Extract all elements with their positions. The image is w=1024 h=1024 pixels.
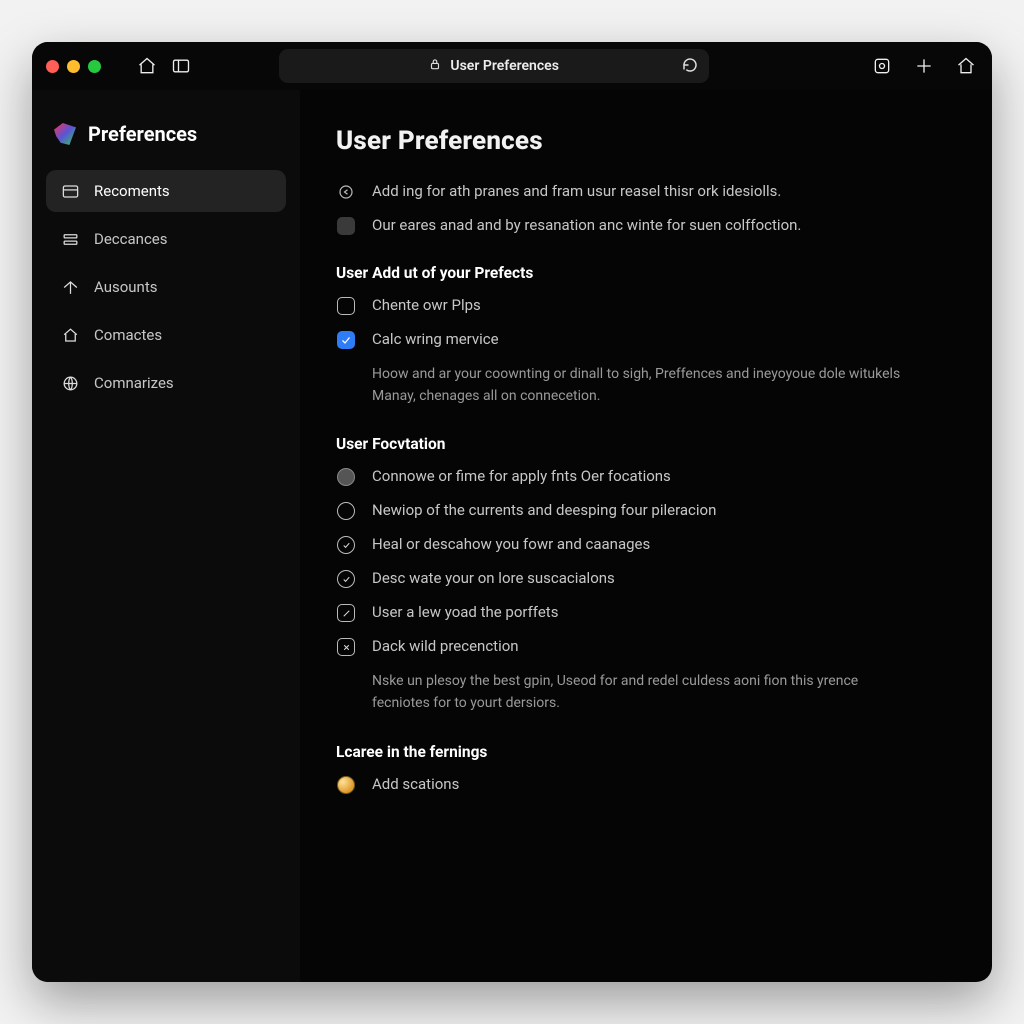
bookmark-button[interactable] <box>954 54 978 78</box>
option-label: Chente owr Plps <box>372 296 481 314</box>
option-label: Calc wring mervice <box>372 330 499 348</box>
section-title: User Add ut of your Prefects <box>336 264 950 282</box>
sidebar-item-label: Comactes <box>94 326 162 344</box>
option-heal[interactable]: Heal or descahow you fowr and caanages <box>336 535 950 555</box>
brand-title: Preferences <box>88 122 197 146</box>
sidebar-item-comactes[interactable]: Comactes <box>46 314 286 356</box>
globe-icon <box>60 373 80 393</box>
round-check-icon[interactable] <box>337 570 355 588</box>
option-add-scations[interactable]: Add scations <box>336 775 950 795</box>
option-newiop[interactable]: Newiop of the currents and deesping four… <box>336 501 950 521</box>
sidebar-item-label: Deccances <box>94 230 168 248</box>
main-content: User Preferences Add ing for ath pranes … <box>300 90 992 982</box>
option-desc-wate[interactable]: Desc wate your on lore suscacialons <box>336 569 950 589</box>
square-x-icon[interactable] <box>337 638 355 656</box>
sidebar-item-comnarizes[interactable]: Comnarizes <box>46 362 286 404</box>
app-logo-icon <box>54 123 76 145</box>
brand: Preferences <box>46 116 286 164</box>
option-label: Dack wild precenction <box>372 637 519 655</box>
checkbox-unchecked-icon[interactable] <box>337 297 355 315</box>
option-label: Desc wate your on lore suscacialons <box>372 569 615 587</box>
sidebar-item-ausounts[interactable]: Ausounts <box>46 266 286 308</box>
radio-icon[interactable] <box>337 502 355 520</box>
intro-text: Add ing for ath pranes and fram usur rea… <box>372 182 781 200</box>
sidebar-item-recoments[interactable]: Recoments <box>46 170 286 212</box>
intro-text: Our eares anad and by resanation anc win… <box>372 216 801 234</box>
maximize-window-button[interactable] <box>88 60 101 73</box>
square-edit-icon[interactable] <box>337 604 355 622</box>
intro-row: Our eares anad and by resanation anc win… <box>336 216 950 236</box>
option-user-lew[interactable]: User a lew yoad the porffets <box>336 603 950 623</box>
address-title: User Preferences <box>450 58 559 74</box>
minimize-window-button[interactable] <box>67 60 80 73</box>
option-label: Heal or descahow you fowr and caanages <box>372 535 650 553</box>
home-button[interactable] <box>135 54 159 78</box>
titlebar: User Preferences <box>32 42 992 90</box>
option-label: Add scations <box>372 775 459 793</box>
list-icon <box>60 181 80 201</box>
stack-icon <box>60 229 80 249</box>
titlebar-right <box>870 54 978 78</box>
option-dack-wild[interactable]: Dack wild precenction <box>336 637 950 657</box>
intro-row: Add ing for ath pranes and fram usur rea… <box>336 182 950 202</box>
emoji-icon <box>337 776 355 794</box>
lock-icon <box>428 57 442 75</box>
section-title: User Focvtation <box>336 435 950 453</box>
section-description: Hoow and ar your coownting or dinall to … <box>372 364 912 407</box>
checkbox-checked-icon[interactable] <box>337 331 355 349</box>
sidebar-item-deccances[interactable]: Deccances <box>46 218 286 260</box>
app-body: Preferences Recoments Deccances Ausounts <box>32 90 992 982</box>
section-title: Lcaree in the fernings <box>336 743 950 761</box>
sidebar-item-label: Recoments <box>94 182 170 200</box>
new-tab-button[interactable] <box>912 54 936 78</box>
option-calc-wring-mervice[interactable]: Calc wring mervice <box>336 330 950 350</box>
sidebar-toggle-button[interactable] <box>169 54 193 78</box>
reload-icon[interactable] <box>681 56 699 78</box>
option-label: User a lew yoad the porffets <box>372 603 558 621</box>
option-connowe[interactable]: Connowe or fime for apply fnts Oer focat… <box>336 467 950 487</box>
square-icon <box>336 216 356 236</box>
radio-filled-icon[interactable] <box>337 468 355 486</box>
address-bar[interactable]: User Preferences <box>279 49 709 83</box>
option-chente-owr-plps[interactable]: Chente owr Plps <box>336 296 950 316</box>
option-label: Connowe or fime for apply fnts Oer focat… <box>372 467 671 485</box>
arrow-circle-icon <box>336 182 356 202</box>
round-check-icon[interactable] <box>337 536 355 554</box>
app-window: User Preferences Preferences <box>32 42 992 982</box>
close-window-button[interactable] <box>46 60 59 73</box>
home-up-icon <box>60 277 80 297</box>
page-title: User Preferences <box>336 126 950 156</box>
option-label: Newiop of the currents and deesping four… <box>372 501 716 519</box>
sidebar-item-label: Ausounts <box>94 278 157 296</box>
house-icon <box>60 325 80 345</box>
sidebar: Preferences Recoments Deccances Ausounts <box>32 90 300 982</box>
window-controls <box>46 60 101 73</box>
section-description: Nske un plesoy the best gpin, Useod for … <box>372 671 912 714</box>
extensions-button[interactable] <box>870 54 894 78</box>
sidebar-item-label: Comnarizes <box>94 374 174 392</box>
